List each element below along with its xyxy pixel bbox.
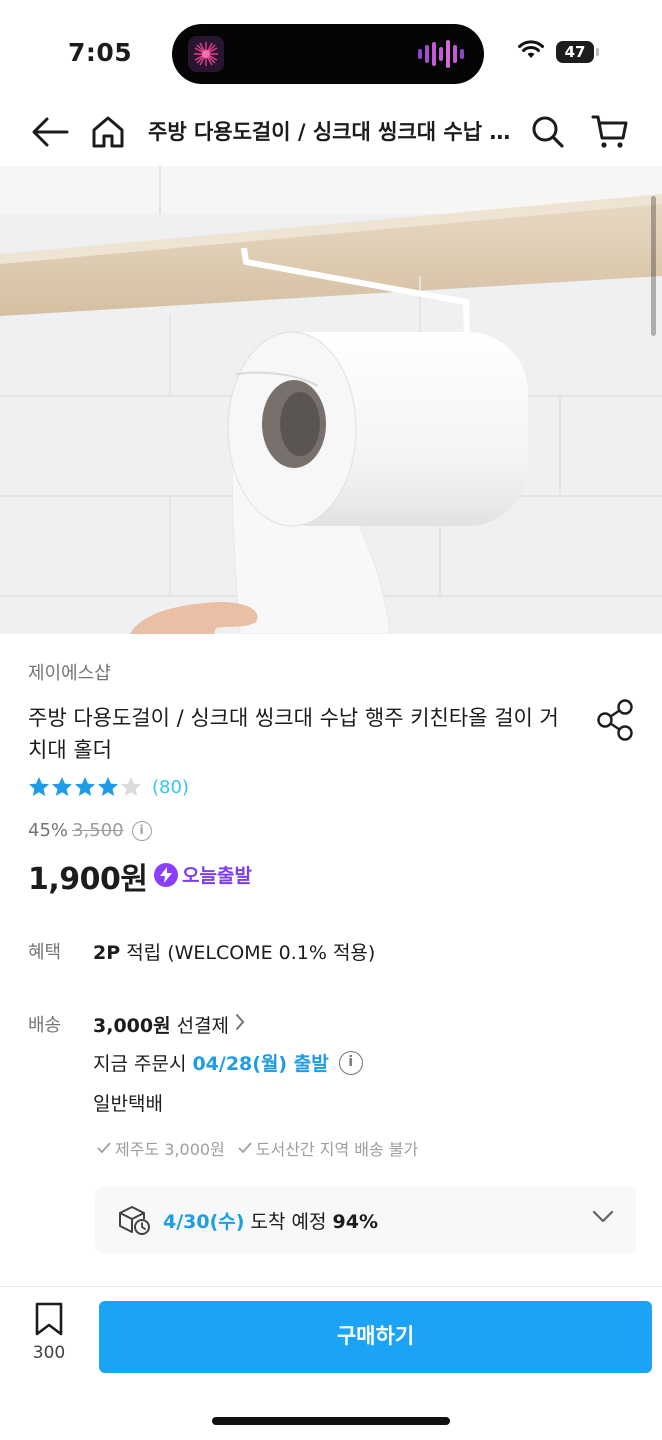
status-time: 7:05 <box>68 38 133 67</box>
brand-name[interactable]: 제이에스샵 <box>28 659 111 685</box>
ship-date-row: 지금 주문시 04/28(월) 출발 i <box>93 1049 363 1076</box>
bottom-action-bar: 300 구매하기 <box>0 1287 662 1440</box>
now-playing-artwork <box>188 36 224 72</box>
ship-date: 04/28(월) 출발 <box>192 1053 329 1075</box>
scrap-button[interactable]: 300 <box>18 1301 80 1363</box>
arrival-date: 4/30(수) <box>163 1210 245 1233</box>
arrival-pct: 94% <box>332 1210 378 1233</box>
shipping-note-text: 도서산간 지역 배송 불가 <box>255 1140 419 1159</box>
today-shipping-badge: 오늘출발 <box>154 861 252 888</box>
status-bar: 7:05 47 <box>0 0 662 100</box>
home-icon[interactable] <box>84 108 132 156</box>
shipping-fee-row[interactable]: 3,000원 선결제 <box>93 1011 245 1038</box>
benefit-points: 2P <box>93 942 121 964</box>
shipping-note: 제주도 3,000원 <box>96 1136 225 1160</box>
product-title: 주방 다용도걸이 / 싱크대 씽크대 수납 행주 키친타올 걸이 거치대 홀더 <box>28 706 559 762</box>
benefit-text: 적립 (WELCOME 0.1% 적용) <box>120 942 376 964</box>
shipping-method: 일반택배 <box>93 1093 163 1115</box>
original-price: 3,500 <box>72 820 124 841</box>
check-icon <box>238 1142 252 1154</box>
wifi-icon <box>518 40 544 64</box>
page-title: 주방 다용도걸이 / 싱크대 씽크대 수납 행주 키친타올 걸이 거치대 홀더 <box>148 120 518 144</box>
scrap-count: 300 <box>32 1343 66 1363</box>
order-prefix: 지금 주문시 <box>93 1053 187 1075</box>
cart-icon[interactable] <box>586 108 634 156</box>
chevron-right-icon <box>235 1013 245 1036</box>
battery-indicator: 47 <box>556 41 599 63</box>
info-icon[interactable]: i <box>338 1050 363 1075</box>
today-shipping-label: 오늘출발 <box>182 865 252 887</box>
shipping-notes: 제주도 3,000원 도서산간 지역 배송 불가 <box>96 1136 418 1160</box>
discount-rate: 45% <box>28 820 69 841</box>
shipping-fee: 3,000원 <box>93 1015 171 1037</box>
bookmark-icon <box>35 1302 63 1336</box>
rating-stars <box>28 776 144 798</box>
dynamic-island <box>172 24 484 84</box>
benefit-value: 2P 적립 (WELCOME 0.1% 적용) <box>93 938 375 965</box>
scroll-indicator <box>651 196 656 336</box>
top-navigation-bar: 주방 다용도걸이 / 싱크대 씽크대 수납 행주 키친타올 걸이 거치대 홀더 <box>0 100 662 164</box>
benefit-label: 혜택 <box>28 942 62 963</box>
buy-button[interactable]: 구매하기 <box>99 1301 652 1373</box>
shipping-note-text: 제주도 3,000원 <box>115 1140 225 1159</box>
info-icon[interactable]: i <box>131 820 152 841</box>
discount-line: 45% 3,500 i <box>28 820 152 841</box>
sale-price: 1,900원 <box>28 862 148 897</box>
review-count[interactable]: (80) <box>152 777 189 798</box>
arrow-left-icon[interactable] <box>26 108 74 156</box>
shipping-fee-type: 선결제 <box>176 1015 230 1037</box>
arrival-label: 도착 예정 <box>244 1210 333 1233</box>
check-icon <box>97 1142 111 1154</box>
audio-waveform-icon <box>418 40 464 68</box>
arrival-estimate[interactable]: 4/30(수) 도착 예정 94% <box>95 1187 636 1253</box>
delivery-box-icon <box>117 1204 151 1236</box>
arrival-text: 4/30(수) 도착 예정 94% <box>163 1207 378 1234</box>
product-image[interactable] <box>0 166 662 634</box>
lightning-icon <box>154 862 178 887</box>
chevron-down-icon <box>592 1209 614 1228</box>
shipping-label: 배송 <box>28 1015 62 1036</box>
rating[interactable]: (80) <box>28 776 189 798</box>
shipping-note: 도서산간 지역 배송 불가 <box>237 1136 418 1160</box>
home-indicator[interactable] <box>212 1417 450 1425</box>
share-icon[interactable] <box>596 698 636 742</box>
search-icon[interactable] <box>524 108 572 156</box>
